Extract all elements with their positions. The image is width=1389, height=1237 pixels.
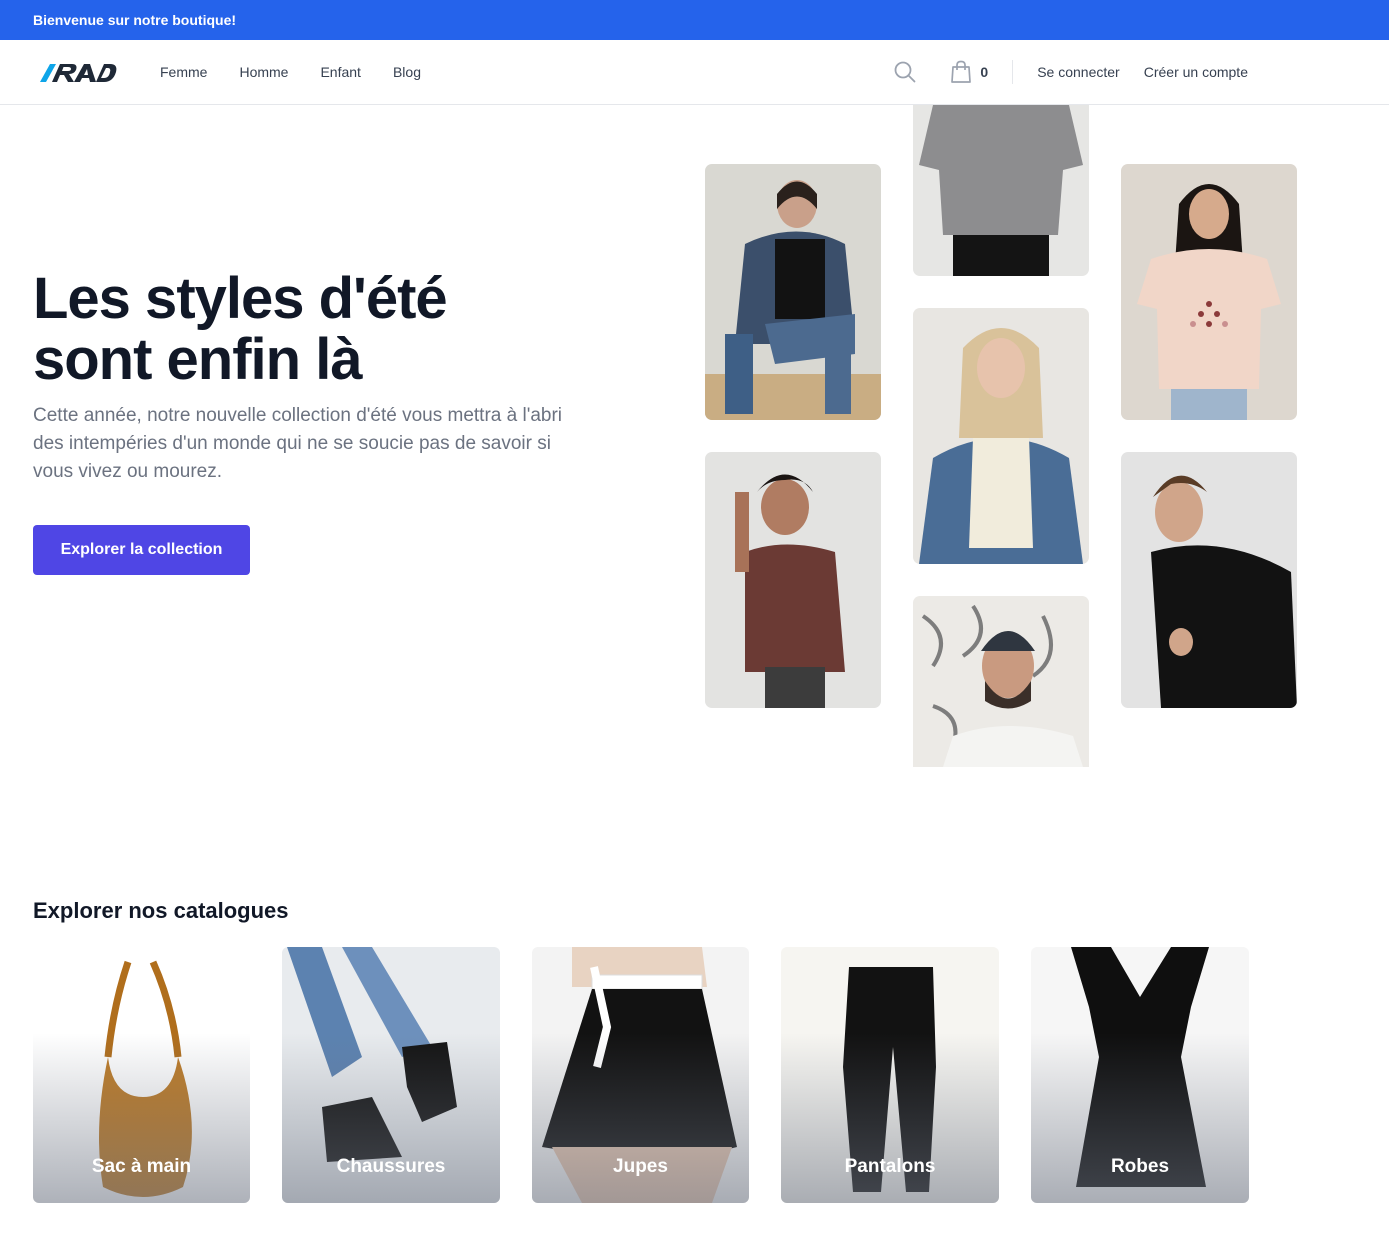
- hero-image-woman-denim-jacket: [705, 164, 881, 420]
- catalog-card-skirts[interactable]: Jupes: [532, 947, 749, 1203]
- catalog-label: Sac à main: [91, 1156, 192, 1177]
- cart-button[interactable]: 0: [950, 60, 988, 84]
- hero-description: Cette année, notre nouvelle collection d…: [33, 405, 563, 482]
- explore-collection-button[interactable]: Explorer la collection: [33, 525, 250, 575]
- hero-image-woman-pink-tshirt: [1121, 164, 1297, 420]
- catalog-card-dresses[interactable]: Robes: [1031, 947, 1249, 1203]
- search-icon[interactable]: [894, 61, 916, 83]
- nav-link-femme[interactable]: Femme: [160, 64, 207, 80]
- nav-actions: 0 Se connecter Créer un compte: [894, 40, 1248, 104]
- catalog-card-handbag[interactable]: Sac à main: [33, 947, 250, 1203]
- hero-title: Les styles d'été sont enfin là: [33, 268, 593, 390]
- catalog-label: Pantalons: [844, 1156, 936, 1177]
- catalog-card-shoes[interactable]: Chaussures: [282, 947, 500, 1203]
- catalog-label: Robes: [1110, 1156, 1170, 1177]
- hero-image-man-curly-hair: [705, 452, 881, 708]
- catalog-card-pants[interactable]: Pantalons: [781, 947, 999, 1203]
- cart-count: 0: [980, 64, 989, 80]
- top-navigation: Femme Homme Enfant Blog 0 Se connecter C…: [0, 40, 1389, 105]
- catalog-label: Chaussures: [336, 1156, 446, 1177]
- brand-logo[interactable]: [38, 62, 118, 84]
- nav-link-blog[interactable]: Blog: [393, 64, 421, 80]
- hero-image-man-black-tshirt: [1121, 452, 1297, 708]
- nav-link-enfant[interactable]: Enfant: [320, 64, 360, 80]
- hero-image-blonde-woman: [913, 308, 1089, 564]
- hero-image-man-beanie: [913, 596, 1089, 767]
- hero-image-grey-tshirt: [913, 105, 1089, 276]
- sign-in-link[interactable]: Se connecter: [1037, 64, 1120, 80]
- hero-title-line-1: Les styles d'été: [33, 266, 448, 331]
- nav-link-homme[interactable]: Homme: [239, 64, 288, 80]
- announcement-bar: Bienvenue sur notre boutique!: [0, 0, 1389, 40]
- hero-title-line-2: sont enfin là: [33, 327, 363, 392]
- nav-links: Femme Homme Enfant Blog: [160, 40, 453, 104]
- create-account-link[interactable]: Créer un compte: [1144, 64, 1248, 80]
- catalog-label: Jupes: [613, 1156, 668, 1177]
- catalog-heading: Explorer nos catalogues: [33, 898, 289, 923]
- shopping-bag-icon: [951, 60, 972, 83]
- nav-divider: [1012, 60, 1014, 84]
